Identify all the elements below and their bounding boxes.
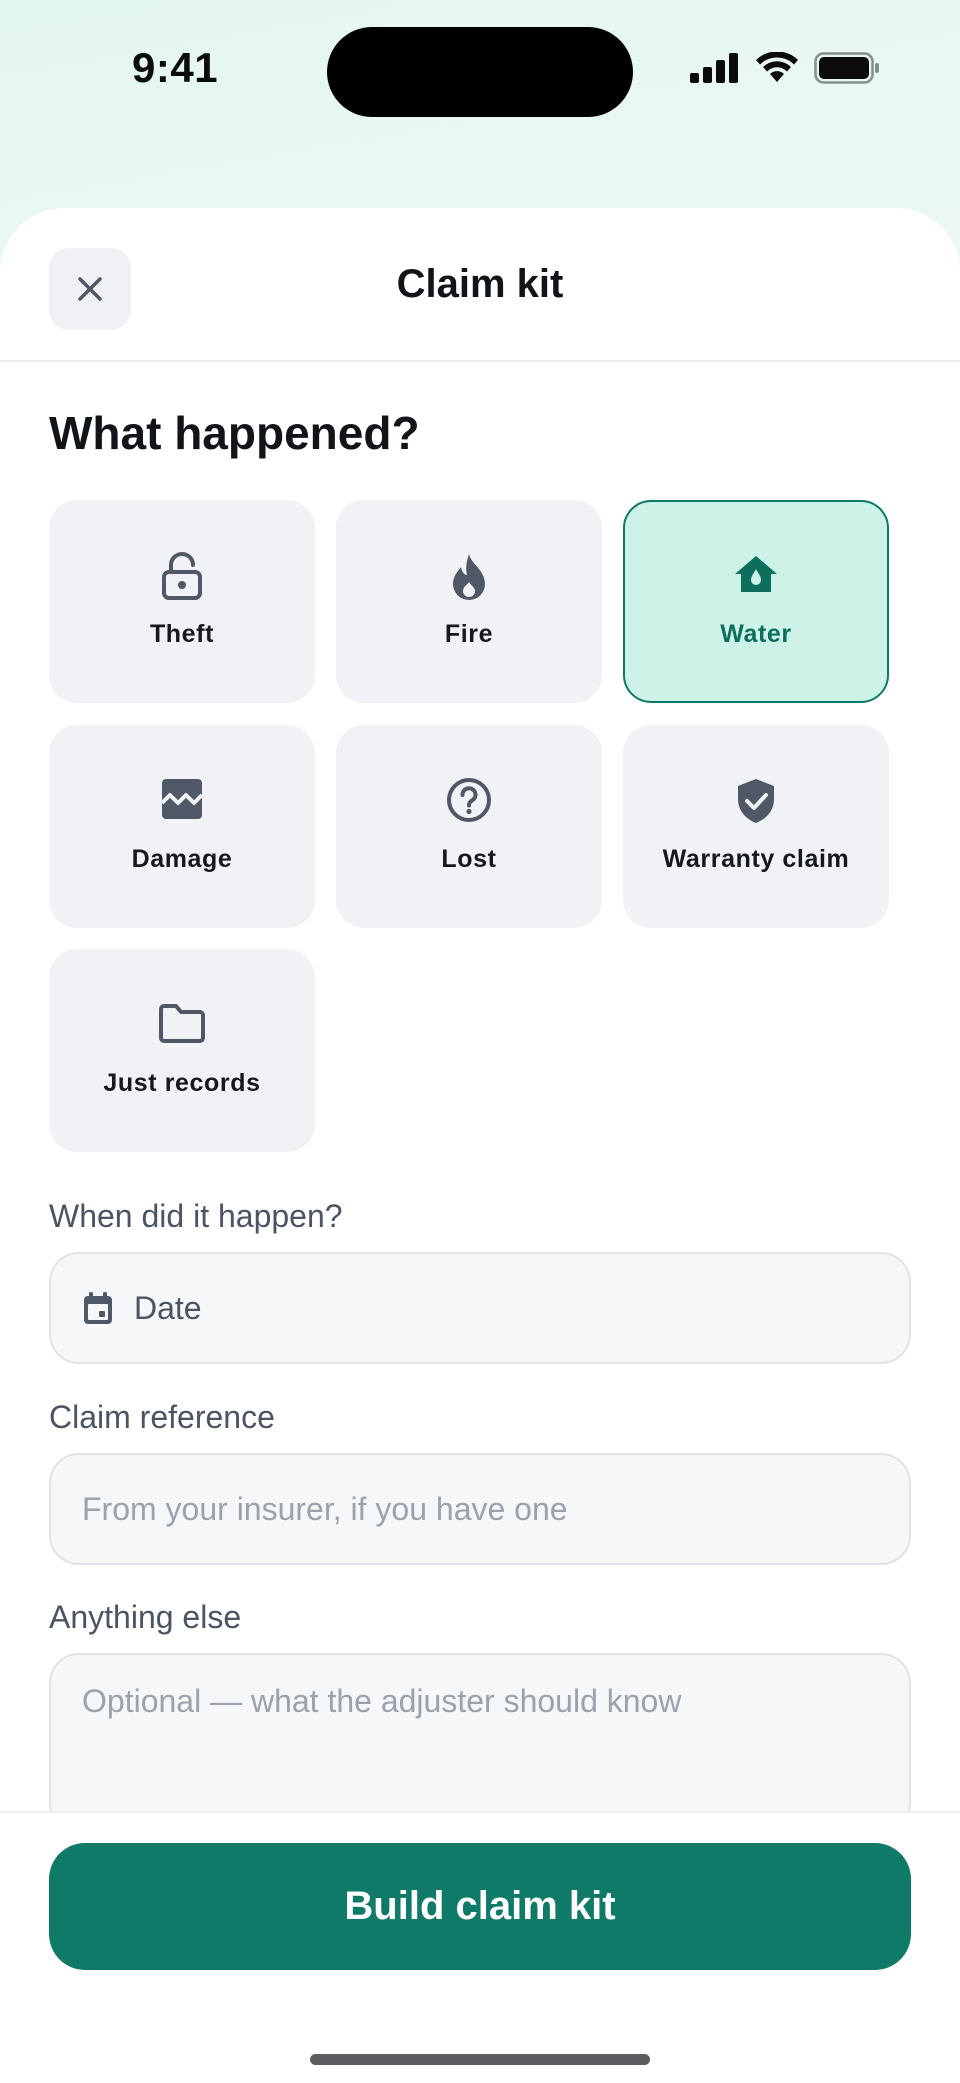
date-field-label: When did it happen? [49,1198,343,1234]
option-label: Just records [103,1069,261,1097]
sheet-header: Claim kit [0,208,960,362]
flame-icon [336,552,602,600]
question-circle-icon [336,777,602,825]
incident-option-theft[interactable]: Theft [49,500,315,703]
dynamic-island [327,27,633,117]
shield-check-icon [623,777,889,825]
date-field[interactable]: Date [49,1252,911,1364]
option-label: Warranty claim [662,845,850,873]
option-label: Fire [444,620,494,648]
option-label: Theft [149,620,215,648]
incident-heading: What happened? [49,407,420,459]
wifi-icon [756,51,798,89]
home-indicator [310,2054,650,2065]
reference-placeholder: From your insurer, if you have one [82,1490,568,1527]
incident-option-just-records[interactable]: Just records [49,949,315,1152]
notes-textarea[interactable]: Optional — what the adjuster should know [49,1653,911,1833]
cellular-signal-icon [690,53,740,88]
lock-icon [49,552,315,600]
status-time: 9:41 [132,44,219,91]
sheet-title: Claim kit [396,262,564,306]
folder-icon [49,1001,315,1049]
reference-field-label: Claim reference [49,1399,275,1435]
status-bar: 9:41 [0,0,960,150]
battery-icon [814,52,880,89]
incident-option-water[interactable]: Water [623,500,889,703]
notes-field-label: Anything else [49,1599,242,1635]
water-home-icon [625,552,887,600]
footer-bar: Build claim kit [0,1811,960,2083]
incident-option-fire[interactable]: Fire [336,500,602,703]
option-label: Water [720,620,792,648]
date-field-value: Date [134,1289,202,1326]
incident-option-damage[interactable]: Damage [49,725,315,928]
claim-reference-input[interactable]: From your insurer, if you have one [49,1453,911,1565]
build-claim-kit-button[interactable]: Build claim kit [49,1843,911,1970]
broken-image-icon [49,777,315,825]
calendar-icon [82,1291,114,1325]
option-label: Lost [441,845,497,873]
claim-kit-sheet: Claim kit What happened? Theft Fire Wate… [0,208,960,2081]
incident-option-warranty-claim[interactable]: Warranty claim [623,725,889,928]
incident-option-lost[interactable]: Lost [336,725,602,928]
status-icons [690,51,880,89]
option-label: Damage [131,845,233,873]
notes-placeholder: Optional — what the adjuster should know [82,1683,682,1719]
